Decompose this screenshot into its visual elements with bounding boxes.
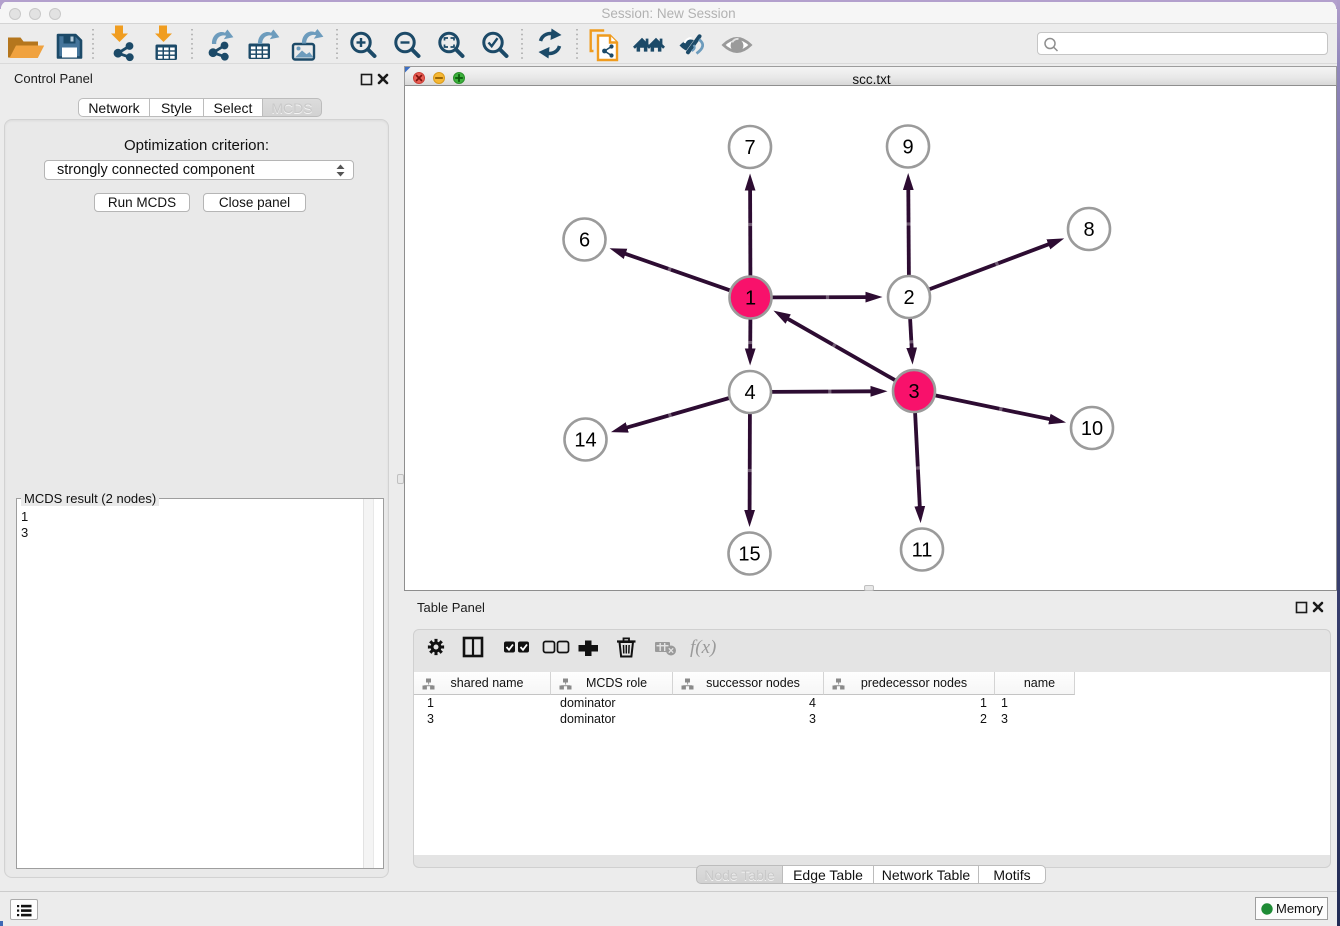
svg-text:2: 2 <box>903 287 914 309</box>
svg-text:15: 15 <box>738 544 760 566</box>
svg-text:11: 11 <box>912 540 933 562</box>
svg-text:8: 8 <box>1083 219 1094 241</box>
svg-text:10: 10 <box>1081 418 1103 440</box>
svg-text:9: 9 <box>902 137 913 159</box>
svg-text:1: 1 <box>745 288 756 310</box>
svg-text:6: 6 <box>579 230 590 252</box>
svg-text:7: 7 <box>744 137 755 159</box>
svg-text:4: 4 <box>744 382 755 404</box>
svg-text:f(x): f(x) <box>690 637 716 658</box>
svg-text:14: 14 <box>574 430 596 452</box>
svg-text:3: 3 <box>908 381 919 403</box>
